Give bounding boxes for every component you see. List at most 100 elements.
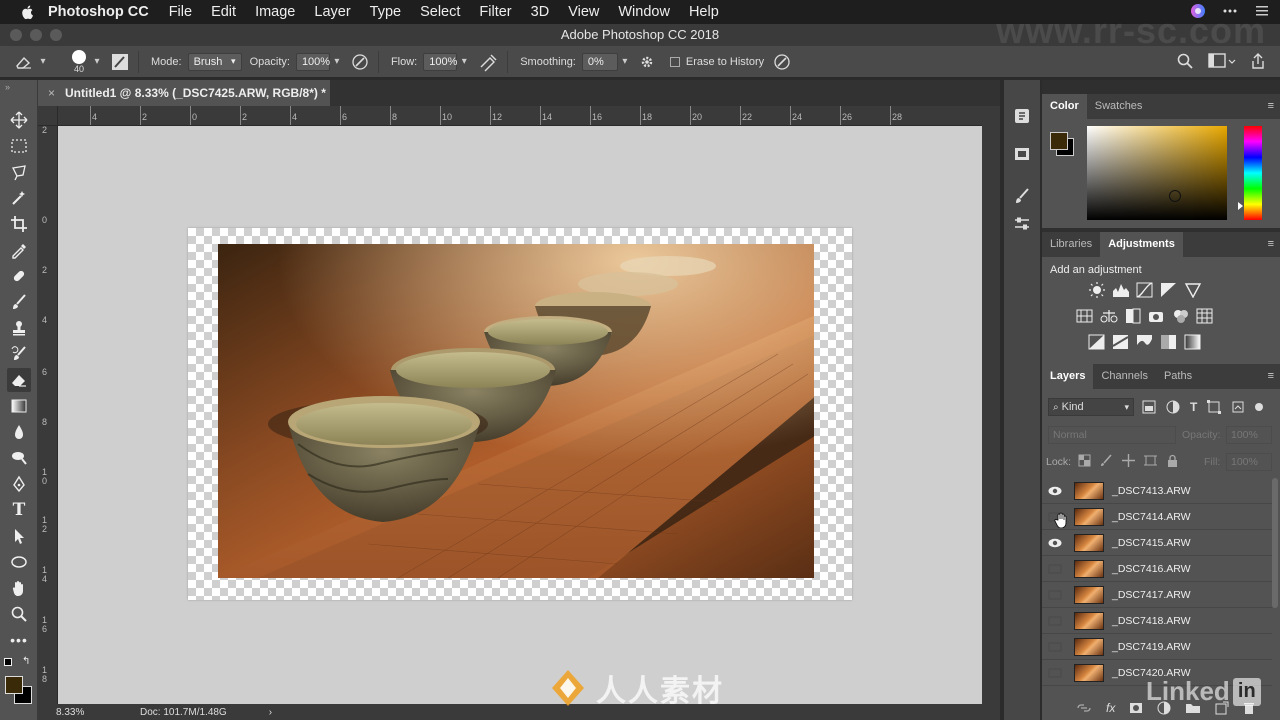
menu-3d[interactable]: 3D — [531, 4, 550, 20]
pressure-size-icon[interactable] — [772, 52, 792, 72]
color-field[interactable] — [1087, 126, 1227, 220]
add-mask-icon[interactable] — [1129, 702, 1143, 714]
adjustment-sliders-panel-icon[interactable] — [1010, 212, 1034, 236]
quick-selection-tool-icon[interactable] — [7, 186, 31, 210]
share-icon[interactable] — [1250, 52, 1266, 70]
flow-field[interactable]: 100% — [423, 52, 457, 71]
layer-filter-select[interactable]: ⌕ Kind ▾ — [1048, 398, 1134, 416]
workspace-switcher-icon[interactable] — [1208, 52, 1236, 70]
color-lookup-icon[interactable] — [1196, 308, 1214, 324]
type-tool-icon[interactable]: T — [7, 498, 31, 522]
brightness-contrast-icon[interactable] — [1088, 282, 1106, 298]
foreground-color-swatch[interactable] — [5, 676, 23, 694]
ellipse-tool-icon[interactable] — [7, 550, 31, 574]
posterize-icon[interactable] — [1112, 334, 1130, 350]
properties-panel-icon[interactable] — [1010, 142, 1034, 166]
chevron-down-icon[interactable]: ▾ — [36, 56, 50, 67]
history-brush-tool-icon[interactable] — [7, 342, 31, 366]
eyedropper-tool-icon[interactable] — [7, 238, 31, 262]
app-name-menu[interactable]: Photoshop CC — [48, 4, 149, 20]
move-tool-icon[interactable] — [7, 108, 31, 132]
menu-select[interactable]: Select — [420, 4, 460, 20]
pen-tool-icon[interactable] — [7, 472, 31, 496]
zoom-level[interactable]: 8.33% — [38, 707, 118, 718]
vibrance-icon[interactable] — [1184, 282, 1202, 299]
path-selection-tool-icon[interactable] — [7, 524, 31, 548]
ruler-corner[interactable] — [38, 106, 58, 126]
collapse-toolbar-icon[interactable]: » — [5, 82, 10, 92]
apple-menu-icon[interactable] — [20, 4, 36, 20]
tab-adjustments[interactable]: Adjustments — [1100, 232, 1183, 257]
marquee-tool-icon[interactable] — [7, 134, 31, 158]
layer-row[interactable]: _DSC7418.ARW — [1042, 608, 1272, 634]
layer-row[interactable]: _DSC7413.ARW — [1042, 478, 1272, 504]
search-icon[interactable] — [1176, 52, 1194, 70]
visibility-toggle-empty[interactable] — [1042, 660, 1068, 686]
default-colors-icon[interactable] — [4, 658, 12, 666]
tab-paths[interactable]: Paths — [1156, 364, 1200, 389]
menu-window[interactable]: Window — [618, 4, 670, 20]
brush-preset-picker[interactable]: 40 — [68, 49, 90, 74]
layer-opacity-field[interactable]: 100% — [1226, 426, 1272, 444]
window-minimize-button[interactable] — [30, 29, 42, 41]
tab-layers[interactable]: Layers — [1042, 364, 1094, 389]
window-close-button[interactable] — [10, 29, 22, 41]
canvas-area[interactable] — [58, 126, 982, 704]
vertical-ruler[interactable]: 2 0 2 4 6 8 1 0 1 2 1 4 1 6 1 8 — [38, 106, 58, 704]
chevron-down-icon[interactable]: ▾ — [90, 56, 104, 67]
filter-shape-icon[interactable] — [1207, 400, 1222, 414]
filter-type-icon[interactable]: T — [1190, 400, 1197, 414]
menu-layer[interactable]: Layer — [314, 4, 350, 20]
brush-tool-icon[interactable] — [7, 290, 31, 314]
layer-row[interactable]: _DSC7417.ARW — [1042, 582, 1272, 608]
vertical-scrollbar[interactable] — [982, 106, 1000, 720]
filter-pixel-icon[interactable] — [1142, 400, 1156, 414]
visibility-toggle-empty[interactable] — [1042, 556, 1068, 582]
clone-stamp-tool-icon[interactable] — [7, 316, 31, 340]
visibility-eye-icon[interactable] — [1042, 478, 1068, 504]
layer-row[interactable]: _DSC7414.ARW — [1042, 504, 1272, 530]
hue-slider-handle[interactable] — [1238, 202, 1243, 210]
color-picker-handle[interactable] — [1169, 190, 1181, 202]
lock-transparent-icon[interactable] — [1078, 454, 1091, 467]
tab-libraries[interactable]: Libraries — [1042, 232, 1100, 257]
erase-to-history-checkbox[interactable] — [669, 56, 680, 67]
black-white-icon[interactable] — [1124, 308, 1142, 324]
visibility-eye-icon[interactable] — [1042, 530, 1068, 556]
hue-slider[interactable] — [1238, 126, 1262, 220]
gradient-tool-icon[interactable] — [7, 394, 31, 418]
menu-image[interactable]: Image — [255, 4, 295, 20]
menu-help[interactable]: Help — [689, 4, 719, 20]
menu-view[interactable]: View — [568, 4, 599, 20]
channel-mixer-icon[interactable] — [1172, 308, 1190, 324]
layer-row[interactable]: _DSC7416.ARW — [1042, 556, 1272, 582]
add-layer-style-icon[interactable]: fx — [1106, 701, 1115, 715]
layer-row[interactable]: _DSC7419.ARW — [1042, 634, 1272, 660]
close-tab-icon[interactable]: × — [48, 86, 55, 100]
gradient-map-icon[interactable] — [1184, 334, 1202, 350]
visibility-toggle-empty[interactable] — [1042, 634, 1068, 660]
mode-select[interactable]: Brush ▾ — [187, 52, 242, 71]
lock-position-icon[interactable] — [1122, 454, 1135, 467]
document-canvas[interactable] — [188, 228, 852, 600]
pressure-opacity-icon[interactable] — [350, 52, 370, 72]
color-balance-icon[interactable] — [1100, 308, 1118, 324]
lasso-tool-icon[interactable] — [7, 160, 31, 184]
document-tab[interactable]: × Untitled1 @ 8.33% (_DSC7425.ARW, RGB/8… — [38, 80, 330, 106]
tab-channels[interactable]: Channels — [1093, 364, 1155, 389]
brushes-panel-icon[interactable] — [1010, 184, 1034, 208]
filter-adjustment-icon[interactable] — [1166, 400, 1180, 414]
panel-menu-icon[interactable]: ≡ — [1268, 238, 1274, 250]
smoothing-chevron-icon[interactable]: ▾ — [618, 56, 632, 67]
menu-type[interactable]: Type — [370, 4, 401, 20]
zoom-tool-icon[interactable] — [7, 602, 31, 626]
opacity-chevron-icon[interactable]: ▾ — [330, 56, 344, 67]
brush-settings-panel-icon[interactable] — [110, 52, 130, 72]
lock-all-icon[interactable] — [1166, 454, 1179, 467]
tab-color[interactable]: Color — [1042, 94, 1087, 119]
horizontal-ruler[interactable]: 4 2 0 2 4 6 8 10 12 14 16 18 20 22 24 26 28 — [58, 106, 982, 126]
curves-icon[interactable] — [1136, 282, 1154, 298]
crop-tool-icon[interactable] — [7, 212, 31, 236]
levels-icon[interactable] — [1112, 282, 1130, 298]
visibility-toggle-empty[interactable] — [1042, 582, 1068, 608]
